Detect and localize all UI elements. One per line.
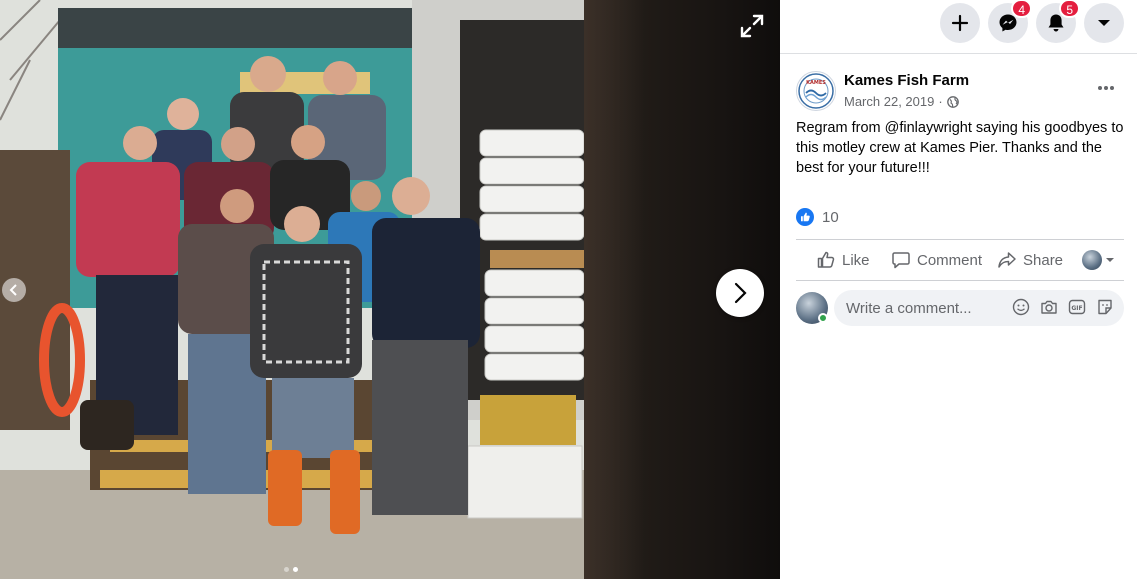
comment-tools: GIF <box>1012 298 1114 316</box>
group-photo-illustration <box>0 0 584 579</box>
notifications-badge: 5 <box>1059 0 1080 18</box>
caret-down-icon <box>1098 20 1110 26</box>
post-meta: March 22, 2019 · <box>844 94 959 109</box>
emoji-icon <box>1012 298 1030 316</box>
share-label: Share <box>1023 251 1064 269</box>
comment-button[interactable]: Comment <box>891 241 982 279</box>
comment-box[interactable]: GIF <box>834 290 1124 326</box>
post-date[interactable]: March 22, 2019 <box>844 94 934 109</box>
meta-separator: · <box>938 94 943 109</box>
post-as-selector[interactable] <box>1082 241 1115 279</box>
previous-photo-button[interactable] <box>2 278 26 302</box>
photo-attach-button[interactable] <box>1040 298 1058 316</box>
profile-mini-avatar <box>1082 250 1102 270</box>
like-button[interactable]: Like <box>816 241 870 279</box>
post-actions: Like Comment Share <box>796 241 1124 279</box>
divider-bottom <box>796 280 1124 281</box>
emoji-button[interactable] <box>1012 298 1030 316</box>
expand-icon <box>740 14 764 38</box>
top-bar: 4 5 <box>780 0 1137 54</box>
like-label: Like <box>842 251 870 269</box>
next-photo-button[interactable] <box>716 269 764 317</box>
photo-dot[interactable] <box>284 567 289 572</box>
online-status-dot <box>818 313 828 323</box>
divider-top <box>796 239 1124 240</box>
page-name[interactable]: Kames Fish Farm <box>844 72 969 89</box>
share-icon <box>998 252 1016 268</box>
svg-text:GIF: GIF <box>1071 305 1082 312</box>
post-caption: Regram from @finlaywright saying his goo… <box>796 120 1124 176</box>
more-options-icon <box>1098 86 1114 90</box>
comment-label: Comment <box>917 251 983 269</box>
notifications-button[interactable]: 5 <box>1036 0 1080 43</box>
chevron-left-icon <box>9 284 17 296</box>
sticker-icon <box>1098 299 1112 315</box>
messenger-button[interactable]: 4 <box>988 0 1032 43</box>
account-menu-button[interactable] <box>1084 3 1124 43</box>
comment-composer: GIF <box>796 290 1126 326</box>
sticker-button[interactable] <box>1096 298 1114 316</box>
camera-icon <box>1041 300 1057 314</box>
page-avatar[interactable]: KAMES <box>796 71 836 111</box>
reaction-summary[interactable]: 10 <box>796 208 839 226</box>
post-panel: KAMES Kames Fish Farm March 22, 2019 · R… <box>780 54 1137 579</box>
post-options-button[interactable] <box>1092 74 1120 102</box>
post-photo[interactable] <box>0 0 584 579</box>
comment-icon <box>892 252 910 269</box>
globe-icon[interactable] <box>946 95 959 108</box>
caret-down-small-icon <box>1106 258 1114 262</box>
thumbs-up-icon <box>817 251 835 268</box>
share-button[interactable]: Share <box>997 241 1063 279</box>
messenger-badge: 4 <box>1011 0 1032 18</box>
gif-icon: GIF <box>1068 299 1086 315</box>
logo-text: KAMES <box>806 80 826 86</box>
like-reaction-icon <box>796 208 814 226</box>
reaction-count: 10 <box>822 208 839 226</box>
chevron-right-icon <box>734 282 747 304</box>
expand-button[interactable] <box>736 10 768 42</box>
comment-input[interactable] <box>846 299 1006 317</box>
gif-button[interactable]: GIF <box>1068 298 1086 316</box>
photo-viewer <box>0 0 780 579</box>
photo-pagination <box>284 567 298 572</box>
plus-icon <box>951 14 969 32</box>
kames-logo: KAMES <box>798 73 834 109</box>
photo-dot-active[interactable] <box>293 567 298 572</box>
create-button[interactable] <box>940 3 980 43</box>
